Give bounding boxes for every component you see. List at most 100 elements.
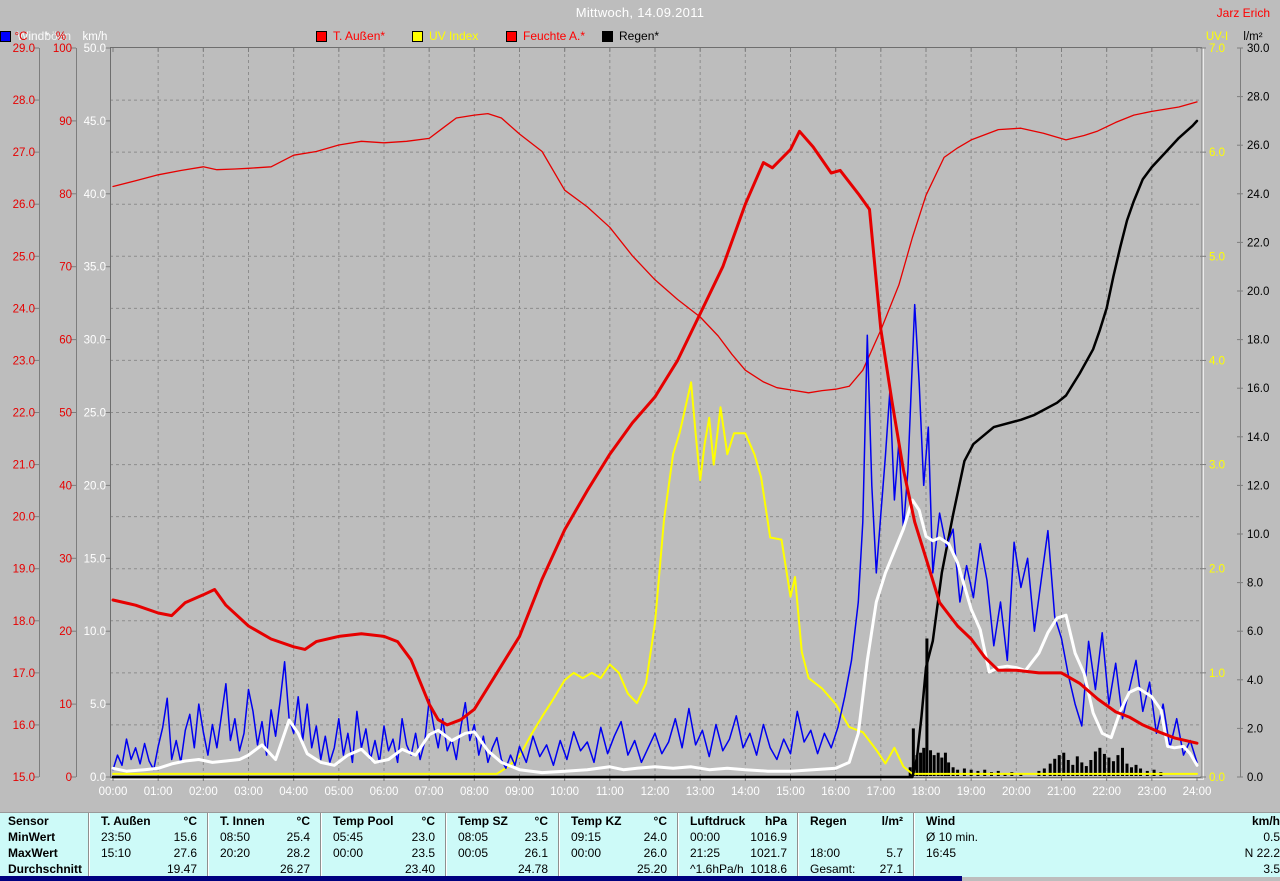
cell-time: Gesamt: — [810, 862, 856, 876]
cell-value: l/m² — [881, 814, 903, 828]
cell-value: 25.4 — [286, 830, 310, 844]
table-cell: 20:20 28.2 — [207, 845, 320, 861]
svg-text:16.0: 16.0 — [1247, 383, 1269, 395]
svg-text:7.0: 7.0 — [1209, 43, 1225, 55]
svg-text:20.0: 20.0 — [84, 480, 106, 492]
svg-text:18.0: 18.0 — [1247, 335, 1269, 347]
svg-text:21:00: 21:00 — [1047, 786, 1076, 798]
cell-time: 08:50 — [220, 830, 251, 844]
cell-time: 08:05 — [458, 830, 489, 844]
svg-text:km/h: km/h — [83, 31, 108, 43]
svg-text:03:00: 03:00 — [234, 786, 263, 798]
table-cell: 00:00 1016.9 — [677, 829, 797, 845]
cell-value: 28.2 — [286, 846, 310, 860]
table-cell: 05:45 23.0 — [320, 829, 445, 845]
axis-temp: 15.0 16.0 17.0 18.0 19.0 20.0 21.0 22.0 23.0 24.0… — [13, 31, 40, 784]
stats-table: Sensor T. Außen °C T. Innen °C Temp Pool °C Tem… — [0, 812, 1280, 877]
cell-time: 00:00 — [690, 830, 721, 844]
svg-text:4.0: 4.0 — [1247, 675, 1263, 687]
cell-time: Temp SZ — [458, 814, 508, 828]
cell-time: Ø 10 min. — [926, 830, 979, 844]
svg-text:%: % — [56, 31, 66, 43]
table-cell: T. Innen °C — [207, 813, 320, 829]
svg-text:15:00: 15:00 — [776, 786, 805, 798]
table-cell: 08:50 25.4 — [207, 829, 320, 845]
svg-text:01:00: 01:00 — [144, 786, 173, 798]
cell-time: Regen — [810, 814, 847, 828]
svg-text:50.0: 50.0 — [84, 43, 106, 55]
svg-text:26.0: 26.0 — [1247, 140, 1269, 152]
svg-text:90: 90 — [59, 116, 72, 128]
cell-time: Luftdruck — [690, 814, 746, 828]
table-cell: Luftdruck hPa — [677, 813, 797, 829]
cell-time: 00:05 — [458, 846, 489, 860]
svg-text:0.0: 0.0 — [1247, 772, 1263, 784]
svg-text:11:00: 11:00 — [596, 786, 624, 798]
table-cell: Gesamt: 27.1 — [797, 861, 913, 877]
table-row-label: Sensor — [8, 814, 49, 828]
svg-text:22:00: 22:00 — [1092, 786, 1121, 798]
cell-time: Wind — [926, 814, 956, 828]
cell-value: 5.7 — [886, 846, 903, 860]
cell-value: 25.20 — [636, 862, 667, 876]
svg-text:26.0: 26.0 — [13, 199, 35, 211]
svg-text:14.0: 14.0 — [1247, 432, 1269, 444]
svg-text:1.0: 1.0 — [1209, 668, 1225, 680]
svg-text:16:00: 16:00 — [821, 786, 850, 798]
svg-text:60: 60 — [59, 335, 72, 347]
svg-text:40.0: 40.0 — [84, 189, 106, 201]
table-row: Sensor T. Außen °C T. Innen °C Temp Pool °C Tem… — [0, 813, 1280, 829]
svg-text:0.0: 0.0 — [1209, 772, 1225, 784]
cell-value: 23.5 — [524, 830, 548, 844]
table-cell: 00:05 26.1 — [445, 845, 558, 861]
cell-value: °C — [421, 814, 435, 828]
svg-text:15.0: 15.0 — [13, 772, 35, 784]
table-cell: 00:00 23.5 — [320, 845, 445, 861]
cell-value: 1021.7 — [750, 846, 787, 860]
svg-text:17:00: 17:00 — [866, 786, 895, 798]
svg-text:40: 40 — [59, 480, 72, 492]
svg-text:09:00: 09:00 — [505, 786, 534, 798]
cell-time: 16:45 — [926, 846, 957, 860]
svg-text:20.0: 20.0 — [1247, 286, 1269, 298]
table-row: MaxWert 15:10 27.6 20:20 28.2 00:00 23.5 00:05 2… — [0, 845, 1280, 861]
svg-text:5.0: 5.0 — [1209, 251, 1225, 263]
svg-text:12.0: 12.0 — [1247, 480, 1269, 492]
cell-time: 00:00 — [333, 846, 364, 860]
table-cell: 23:50 15.6 — [88, 829, 207, 845]
cell-value: 26.27 — [279, 862, 310, 876]
cell-time: 23:50 — [101, 830, 132, 844]
axis-kmh: 0.0 5.0 10.0 15.0 20.0 25.0 30.0 35.0 40.0 45.0 50… — [83, 31, 110, 784]
svg-text:15.0: 15.0 — [84, 553, 106, 565]
table-cell: 15:10 27.6 — [88, 845, 207, 861]
svg-text:10.0: 10.0 — [84, 626, 106, 638]
cell-value: °C — [653, 814, 667, 828]
cell-time: T. Außen — [101, 814, 151, 828]
table-cell: Temp KZ °C — [558, 813, 677, 829]
chart-canvas: 15.0 16.0 17.0 18.0 19.0 20.0 21.0 22.0 23.0 24.0… — [13, 31, 1270, 798]
svg-text:12:00: 12:00 — [641, 786, 670, 798]
cell-time: 15:10 — [101, 846, 132, 860]
cell-value: 3.5 — [1263, 862, 1280, 876]
svg-text:30.0: 30.0 — [1247, 43, 1269, 55]
weather-app-window: Mittwoch, 14.09.2011 Jarz Erich T. Außen… — [0, 0, 1280, 881]
cell-value: 23.5 — [411, 846, 435, 860]
svg-text:19:00: 19:00 — [957, 786, 986, 798]
svg-text:22.0: 22.0 — [1247, 237, 1269, 249]
axis-uv: 0.0 1.0 2.0 3.0 4.0 5.0 6.0 7.0UV-I — [1200, 31, 1228, 784]
svg-text:21.0: 21.0 — [13, 460, 35, 472]
svg-text:°C: °C — [15, 31, 28, 43]
svg-text:4.0: 4.0 — [1209, 355, 1225, 367]
background-window-strip — [0, 876, 962, 881]
table-cell: Wind km/h — [913, 813, 1280, 829]
table-cell: T. Außen °C — [88, 813, 207, 829]
table-cell: Temp Pool °C — [320, 813, 445, 829]
svg-text:3.0: 3.0 — [1209, 460, 1225, 472]
table-cell: 18:00 5.7 — [797, 845, 913, 861]
table-row-label: Durchschnitt — [8, 862, 83, 876]
axis-humidity: 0 10 20 30 40 50 60 70 80 90 100% — [53, 31, 77, 784]
table-cell: 09:15 24.0 — [558, 829, 677, 845]
cell-time: 18:00 — [810, 846, 841, 860]
svg-text:20: 20 — [59, 626, 72, 638]
svg-text:18:00: 18:00 — [912, 786, 941, 798]
